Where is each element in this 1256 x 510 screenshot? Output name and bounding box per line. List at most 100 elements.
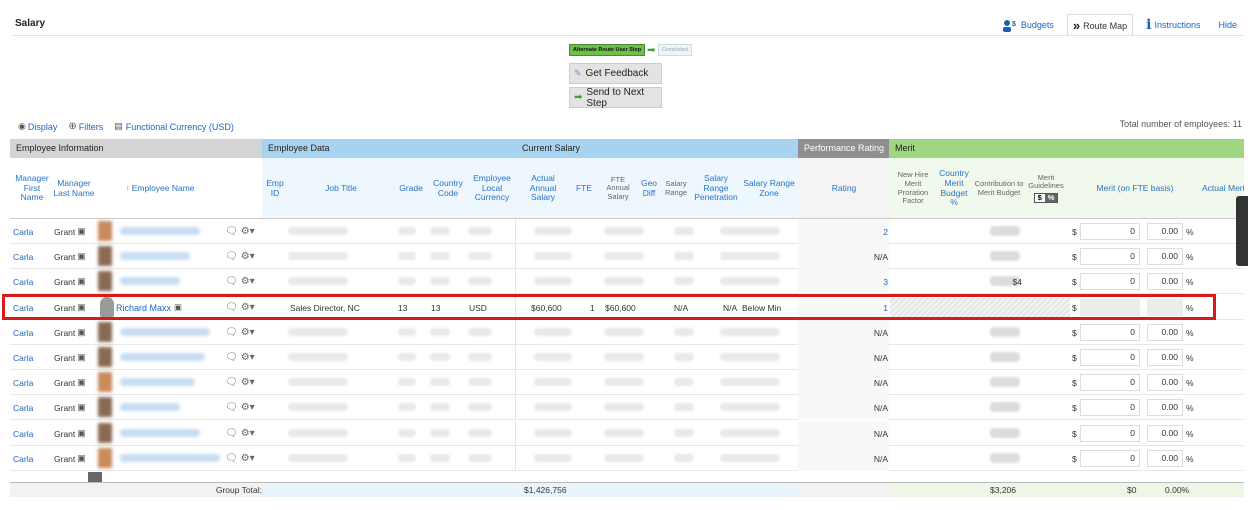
col-job-title[interactable]: Job Title (300, 158, 382, 219)
col-merit-fte[interactable]: Merit (on FTE basis) (1070, 158, 1200, 219)
merit-pct-input[interactable]: 0.00 (1147, 399, 1183, 416)
manager-first-link[interactable]: Carla (13, 370, 33, 395)
gear-icon[interactable]: ⚙▾ (241, 377, 255, 388)
comment-icon[interactable]: 🗨 (225, 428, 238, 439)
display-menu[interactable]: ◉ Display (18, 121, 57, 132)
merit-amount-input[interactable]: 0 (1080, 450, 1140, 467)
currency-menu[interactable]: ▤ Functional Currency (USD) (114, 121, 234, 132)
comment-icon[interactable]: 🗨 (225, 226, 238, 237)
comment-icon[interactable]: 🗨 (225, 402, 238, 413)
col-range-zone[interactable]: Salary Range Zone (743, 158, 795, 219)
guide-dollar-option[interactable]: $ (1034, 193, 1045, 203)
gear-icon[interactable]: ⚙▾ (241, 453, 255, 464)
col-salary-range[interactable]: Salary Range (662, 158, 690, 219)
employee-name-redacted[interactable] (120, 277, 180, 285)
comment-icon[interactable]: 🗨 (225, 377, 238, 388)
col-rating[interactable]: Rating (800, 158, 888, 219)
merit-pct-input[interactable]: 0.00 (1147, 349, 1183, 366)
employee-name-redacted[interactable] (120, 403, 180, 411)
comment-icon[interactable]: 🗨 (225, 327, 238, 338)
manager-first-link[interactable]: Carla (13, 269, 33, 294)
manager-first-link[interactable]: Carla (13, 320, 33, 345)
id-card-icon[interactable]: ▣ (77, 377, 86, 388)
manager-first-link[interactable]: Carla (13, 446, 33, 471)
col-local-currency[interactable]: Employee Local Currency (470, 158, 514, 219)
comment-icon[interactable]: 🗨 (225, 276, 238, 287)
rating-cell[interactable]: 2 (850, 219, 888, 244)
employee-name-redacted[interactable] (120, 252, 190, 260)
hide-link[interactable]: Hide (1213, 14, 1242, 36)
col-emp-id[interactable]: Emp ID (264, 158, 286, 219)
route-step-completed[interactable]: Completed (657, 44, 693, 56)
id-card-icon[interactable]: ▣ (77, 428, 86, 439)
employee-name-redacted[interactable] (120, 429, 200, 437)
col-merit-guidelines[interactable]: Merit Guidelines $ % (1026, 158, 1066, 219)
merit-amount-input[interactable]: 0 (1080, 349, 1140, 366)
comment-icon[interactable]: 🗨 (225, 453, 238, 464)
id-card-icon[interactable]: ▣ (77, 402, 86, 413)
merit-amount-input[interactable]: 0 (1080, 223, 1140, 240)
instructions-link[interactable]: i Instructions (1141, 14, 1205, 36)
route-step-current[interactable]: Alternate Route User Step (569, 44, 646, 56)
gear-icon[interactable]: ⚙▾ (241, 402, 255, 413)
merit-amount-input[interactable]: 0 (1080, 273, 1140, 290)
gear-icon[interactable]: ⚙▾ (241, 352, 255, 363)
merit-pct-input[interactable]: 0.00 (1147, 248, 1183, 265)
col-employee-name[interactable]: ↑ Employee Name (110, 158, 210, 219)
manager-first-link[interactable]: Carla (13, 219, 33, 244)
send-next-step-button[interactable]: ➡ Send to Next Step (569, 87, 662, 109)
merit-amount-input[interactable]: 0 (1080, 374, 1140, 391)
id-card-icon[interactable]: ▣ (77, 276, 86, 287)
id-card-icon[interactable]: ▣ (77, 352, 86, 363)
merit-pct-input[interactable]: 0.00 (1147, 273, 1183, 290)
col-manager-first[interactable]: Manager First Name (12, 158, 52, 219)
side-panel-tab[interactable] (1236, 196, 1248, 266)
budgets-link[interactable]: $ Budgets (997, 14, 1059, 36)
col-fte[interactable]: FTE (572, 158, 596, 219)
col-country-budget[interactable]: Country Merit Budget % (937, 158, 971, 219)
get-feedback-button[interactable]: ✎ Get Feedback (569, 63, 662, 84)
col-actual-salary[interactable]: Actual Annual Salary (524, 158, 562, 219)
col-country-code[interactable]: Country Code (430, 158, 466, 219)
employee-name-redacted[interactable] (120, 378, 195, 386)
rating-cell[interactable]: 3 (850, 269, 888, 294)
comment-icon[interactable]: 🗨 (225, 251, 238, 262)
merit-amount-input[interactable]: 0 (1080, 425, 1140, 442)
employee-name-redacted[interactable] (120, 328, 210, 336)
gear-icon[interactable]: ⚙▾ (241, 251, 255, 262)
col-contribution[interactable]: Contribution to Merit Budget (974, 158, 1024, 219)
merit-pct-input[interactable]: 0.00 (1147, 374, 1183, 391)
merit-pct-input[interactable]: 0.00 (1147, 324, 1183, 341)
merit-pct-input[interactable]: 0.00 (1147, 425, 1183, 442)
id-card-icon[interactable]: ▣ (77, 327, 86, 338)
col-grade[interactable]: Grade (396, 158, 426, 219)
merit-amount-input[interactable]: 0 (1080, 399, 1140, 416)
gear-icon[interactable]: ⚙▾ (241, 226, 255, 237)
employee-name-redacted[interactable] (120, 454, 220, 462)
merit-amount-input[interactable]: 0 (1080, 248, 1140, 265)
merit-pct-input[interactable]: 0.00 (1147, 450, 1183, 467)
merit-pct-input[interactable]: 0.00 (1147, 223, 1183, 240)
employee-name-redacted[interactable] (120, 353, 205, 361)
route-map-link[interactable]: » Route Map (1066, 14, 1134, 36)
comment-icon[interactable]: 🗨 (225, 352, 238, 363)
manager-first-link[interactable]: Carla (13, 421, 33, 446)
manager-first-link[interactable]: Carla (13, 395, 33, 420)
id-card-icon[interactable]: ▣ (77, 226, 86, 237)
guide-pct-option[interactable]: % (1044, 193, 1058, 203)
guidelines-toggle[interactable]: $ % (1033, 192, 1059, 204)
col-range-penetration[interactable]: Salary Range Penetration (692, 158, 740, 219)
manager-first-link[interactable]: Carla (13, 345, 33, 370)
col-geo-diff[interactable]: Geo Diff (638, 158, 660, 219)
gear-icon[interactable]: ⚙▾ (241, 428, 255, 439)
col-manager-last[interactable]: Manager Last Name (53, 158, 95, 219)
col-proration[interactable]: New Hire Merit Proration Factor (891, 158, 935, 219)
id-card-icon[interactable]: ▣ (77, 453, 86, 464)
id-card-icon[interactable]: ▣ (77, 251, 86, 262)
manager-first-link[interactable]: Carla (13, 244, 33, 269)
gear-icon[interactable]: ⚙▾ (241, 276, 255, 287)
merit-amount-input[interactable]: 0 (1080, 324, 1140, 341)
col-fte-salary[interactable]: FTE Annual Salary (600, 158, 636, 219)
filters-menu[interactable]: ⊕ Filters (68, 121, 103, 132)
employee-name-redacted[interactable] (120, 227, 200, 235)
